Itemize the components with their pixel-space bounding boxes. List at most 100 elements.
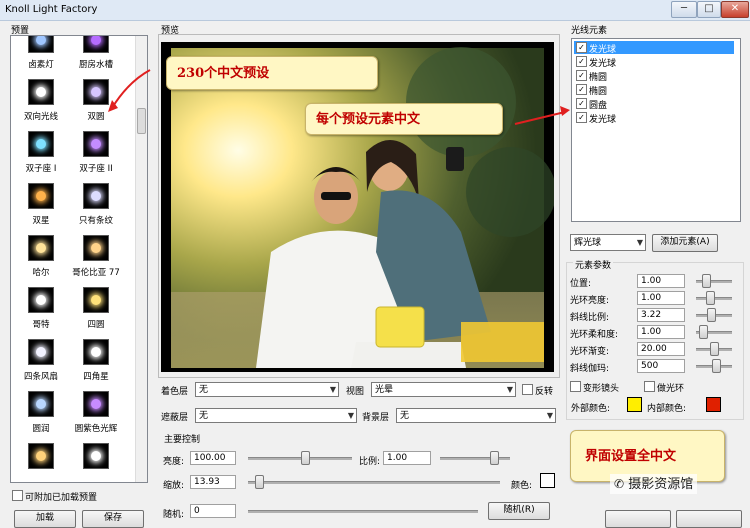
preset-item[interactable]: 哥特 xyxy=(11,287,71,330)
preset-item[interactable]: 卤素灯 xyxy=(11,36,71,70)
add-element-button[interactable]: 添加元素(A) xyxy=(652,234,718,252)
element-checkbox[interactable]: ✓ xyxy=(576,112,587,123)
preset-item[interactable]: 厨房水槽 xyxy=(66,36,126,70)
preset-item[interactable]: 四圆 xyxy=(66,287,126,330)
ok-button[interactable] xyxy=(605,510,671,528)
brightness-slider-knob[interactable] xyxy=(301,451,311,465)
preset-item[interactable]: 四角星 xyxy=(66,339,126,382)
preset-item[interactable] xyxy=(66,443,126,474)
scale-input[interactable]: 13.93 xyxy=(190,475,236,489)
preset-item[interactable]: 只有条纹 xyxy=(66,183,126,226)
element-type-value: 辉光球 xyxy=(574,238,602,248)
param-input[interactable]: 3.22 xyxy=(637,308,685,322)
param-input[interactable]: 500 xyxy=(637,359,685,373)
preset-item[interactable]: 哥伦比亚 77 xyxy=(66,235,126,278)
scale-ratio-input[interactable]: 1.00 xyxy=(383,451,431,465)
param-slider-knob[interactable] xyxy=(699,325,709,339)
title-bar: Knoll Light Factory ─ □ ✕ xyxy=(0,0,750,21)
cancel-button[interactable] xyxy=(676,510,742,528)
background-layer-select[interactable]: 无 ▼ xyxy=(396,408,556,423)
preset-item[interactable]: 双向光线 xyxy=(11,79,71,122)
param-slider-knob[interactable] xyxy=(702,274,712,288)
element-checkbox[interactable]: ✓ xyxy=(576,84,587,95)
preset-thumbnail xyxy=(83,443,109,469)
param-input[interactable]: 20.00 xyxy=(637,342,685,356)
close-button[interactable]: ✕ xyxy=(721,1,749,18)
param-slider-knob[interactable] xyxy=(707,308,717,322)
element-checkbox[interactable]: ✓ xyxy=(576,56,587,67)
distort-lens-checkbox[interactable] xyxy=(570,381,581,392)
scale-ratio-slider-track[interactable] xyxy=(440,457,510,460)
random-slider-track[interactable] xyxy=(248,510,478,513)
element-label: 椭圆 xyxy=(589,73,608,83)
param-slider-knob[interactable] xyxy=(705,291,715,305)
element-type-select[interactable]: 辉光球 ▼ xyxy=(570,234,646,251)
invert-label: 反转 xyxy=(535,387,554,397)
preset-item[interactable]: 圆紫色光辉 xyxy=(66,391,126,434)
presets-list[interactable]: 卤素灯 厨房水槽双向光线 双圆双子座 I 双子座 II 双星 只有条纹哈尔 哥伦比亚 77 哥… xyxy=(10,35,148,483)
element-label: 圆盘 xyxy=(589,101,608,111)
param-label: 光环渐变: xyxy=(570,347,610,357)
element-list-item[interactable]: ✓ 发光球 xyxy=(574,111,734,125)
view-select[interactable]: 光晕 ▼ xyxy=(371,382,516,397)
outer-color-swatch[interactable] xyxy=(627,397,642,412)
flare-glow-icon xyxy=(36,399,46,409)
param-slider-knob[interactable] xyxy=(710,342,720,356)
preset-item[interactable]: 圆润 xyxy=(11,391,71,434)
scale-slider-track[interactable] xyxy=(248,481,500,484)
element-list-item[interactable]: ✓ 椭圆 xyxy=(574,69,734,83)
element-checkbox[interactable]: ✓ xyxy=(576,42,587,53)
random-input[interactable]: 0 xyxy=(190,504,236,518)
scale-ratio-slider-knob[interactable] xyxy=(490,451,500,465)
presets-scrollbar[interactable] xyxy=(135,36,147,482)
elements-list[interactable]: ✓ 发光球 ✓ 发光球 ✓ 椭圆 ✓ 椭圆 ✓ 圆盘 ✓ 发光球 xyxy=(571,38,741,222)
element-list-item[interactable]: ✓ 椭圆 xyxy=(574,83,734,97)
preset-item[interactable]: 双星 xyxy=(11,183,71,226)
inner-color-swatch[interactable] xyxy=(706,397,721,412)
random-label: 随机: xyxy=(163,510,185,520)
flare-glow-icon xyxy=(36,36,46,45)
maximize-button[interactable]: □ xyxy=(697,1,721,18)
minimize-button[interactable]: ─ xyxy=(671,1,697,18)
flare-glow-icon xyxy=(91,295,101,305)
brightness-slider-track[interactable] xyxy=(248,457,352,460)
param-input[interactable]: 1.00 xyxy=(637,291,685,305)
random-button[interactable]: 随机(R) xyxy=(488,502,550,520)
element-list-item[interactable]: ✓ 圆盘 xyxy=(574,97,734,111)
brightness-input[interactable]: 100.00 xyxy=(190,451,236,465)
preset-item[interactable]: 双子座 I xyxy=(11,131,71,174)
param-slider-track[interactable] xyxy=(696,280,732,283)
background-layer-label: 背景层 xyxy=(362,413,390,423)
load-preset-button[interactable]: 加载 xyxy=(14,510,76,528)
scale-slider-knob[interactable] xyxy=(255,475,265,489)
preset-thumbnail xyxy=(28,79,54,105)
param-input[interactable]: 1.00 xyxy=(637,274,685,288)
do-ring-checkbox[interactable] xyxy=(644,381,655,392)
mask-layer-select[interactable]: 无 ▼ xyxy=(195,408,357,423)
foliage-shape xyxy=(466,147,554,237)
element-checkbox[interactable]: ✓ xyxy=(576,98,587,109)
element-list-item[interactable]: ✓ 发光球 xyxy=(574,41,734,55)
flare-glow-icon xyxy=(36,295,46,305)
preset-item[interactable]: 四条风扇 xyxy=(11,339,71,382)
append-presets-checkbox[interactable] xyxy=(12,490,23,501)
invert-checkbox[interactable] xyxy=(522,384,533,395)
preset-item[interactable]: 双子座 II xyxy=(66,131,126,174)
preset-item[interactable] xyxy=(11,443,71,474)
preset-thumbnail xyxy=(83,339,109,365)
flare-glow-icon xyxy=(91,139,101,149)
color-layer-label: 着色层 xyxy=(161,387,189,397)
preset-thumbnail xyxy=(28,391,54,417)
param-slider-knob[interactable] xyxy=(712,359,721,373)
param-input[interactable]: 1.00 xyxy=(637,325,685,339)
color-swatch[interactable] xyxy=(540,473,555,488)
presets-scrollbar-thumb[interactable] xyxy=(137,108,146,134)
element-list-item[interactable]: ✓ 发光球 xyxy=(574,55,734,69)
save-preset-button[interactable]: 保存 xyxy=(82,510,144,528)
preset-item[interactable]: 哈尔 xyxy=(11,235,71,278)
element-checkbox[interactable]: ✓ xyxy=(576,70,587,81)
preview-image[interactable] xyxy=(161,42,554,372)
preset-item[interactable]: 双圆 xyxy=(66,79,126,122)
chevron-down-icon: ▼ xyxy=(506,385,513,394)
color-layer-select[interactable]: 无 ▼ xyxy=(195,382,339,397)
